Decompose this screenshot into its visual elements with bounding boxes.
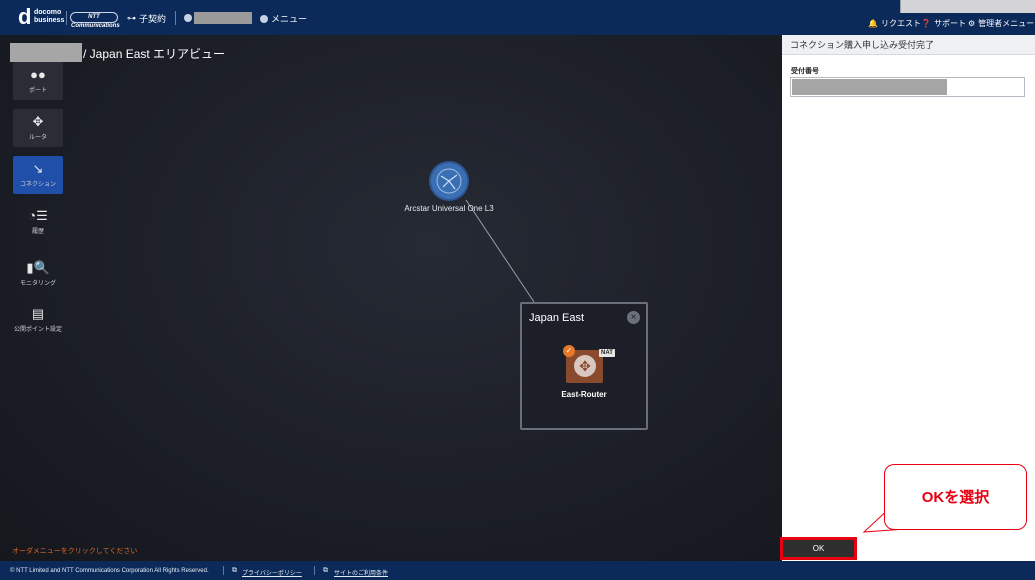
cloud-node-label: Arcstar Universal One L3: [404, 204, 494, 213]
request-label: リクエスト: [880, 19, 921, 28]
footer: © NTT Limited and NTT Communications Cor…: [0, 561, 1035, 580]
gear-icon: ⚙: [968, 19, 976, 28]
order-menu-hint: オーダメニューをクリックしてください: [12, 548, 138, 555]
sidebar-item-monitoring[interactable]: ▮🔍 モニタリング: [13, 255, 63, 293]
history-icon: ◔☰: [28, 208, 48, 223]
menu-icon: [260, 14, 268, 23]
sidebar-item-label: ポート: [28, 88, 47, 94]
reception-number-redacted: [792, 79, 947, 95]
region-box-japan-east[interactable]: Japan East × ✥ ✓ NAT East-Router: [520, 302, 648, 430]
ntt-logo: NTT Communications: [70, 12, 120, 29]
logo-text-line1: docomo: [34, 9, 62, 16]
sidebar-item-router[interactable]: ✥ ルータ: [13, 109, 63, 147]
ok-button[interactable]: OK: [780, 537, 857, 560]
admin-menu-link[interactable]: ⚙ 管理者メニュー: [968, 18, 1034, 29]
panel-title: コネクション購入申し込み受付完了: [782, 35, 1035, 55]
header-divider: [66, 11, 67, 25]
support-label: サポート: [933, 19, 966, 28]
arcstar-cloud-node[interactable]: [431, 163, 467, 199]
account-name-redacted[interactable]: [194, 12, 252, 24]
docomo-logo-letter: d: [18, 4, 32, 29]
logo-text-line2: business: [34, 17, 65, 24]
nat-badge: NAT: [599, 349, 615, 357]
sidebar-item-label: 履歴: [31, 229, 44, 235]
header-divider: [175, 11, 176, 25]
instruction-callout: OKを選択: [884, 464, 1027, 530]
sidebar-item-label: 公開ポイント設定: [13, 327, 62, 333]
footer-divider: [223, 566, 224, 575]
breadcrumb: / Japan East エリアビュー: [83, 47, 226, 61]
check-icon: ✓: [563, 345, 575, 357]
bell-icon: 🔔: [868, 19, 878, 28]
port-icon: ●●: [30, 67, 46, 82]
breadcrumb-redacted[interactable]: [10, 43, 82, 62]
privacy-policy-link[interactable]: プライバシーポリシー: [242, 568, 302, 577]
public-point-icon: ▤: [31, 306, 45, 321]
reception-number-label: 受付番号: [791, 68, 819, 75]
footer-divider: [314, 566, 315, 575]
menu-button[interactable]: メニュー: [260, 12, 307, 25]
globe-icon: [436, 168, 462, 194]
sidebar-item-connection[interactable]: ↘ コネクション: [13, 156, 63, 194]
router-icon: ✥: [32, 114, 44, 129]
top-right-redacted-box: [900, 0, 1035, 13]
sidebar-item-public-point[interactable]: ▤ 公開ポイント設定: [13, 301, 63, 339]
close-icon[interactable]: ×: [627, 311, 640, 324]
copyright-text: © NTT Limited and NTT Communications Cor…: [10, 568, 209, 574]
external-link-icon: ⧉: [232, 567, 237, 574]
callout-text: OKを選択: [921, 489, 990, 506]
contract-tree-icon: ⊶: [127, 13, 136, 23]
reception-number-field[interactable]: [790, 77, 1025, 97]
connection-icon: ↘: [32, 161, 44, 176]
menu-label: メニュー: [271, 14, 308, 24]
docomo-business-logo[interactable]: docomo business: [34, 9, 64, 25]
terms-of-use-link[interactable]: サイトのご利用条件: [334, 568, 388, 577]
admin-menu-label: 管理者メニュー: [978, 19, 1035, 28]
network-canvas[interactable]: [0, 35, 782, 561]
support-link[interactable]: ❓ サポート: [921, 18, 966, 29]
sidebar-item-label: モニタリング: [19, 281, 56, 287]
contract-menu[interactable]: ⊶ 子契約: [127, 12, 166, 25]
top-header: d docomo business NTT Communications ⊶ 子…: [0, 0, 1035, 35]
router-label: East-Router: [561, 390, 607, 399]
sidebar-item-label: ルータ: [28, 135, 47, 141]
help-icon: ❓: [921, 19, 931, 28]
account-icon: [184, 14, 192, 22]
sidebar-item-port[interactable]: ●● ポート: [13, 62, 63, 100]
sidebar-item-label: コネクション: [19, 182, 56, 188]
monitoring-icon: ▮🔍: [26, 260, 50, 275]
external-link-icon: ⧉: [323, 567, 328, 574]
request-link[interactable]: 🔔 リクエスト: [868, 18, 921, 29]
contract-label: 子契約: [139, 14, 167, 24]
sidebar-item-history[interactable]: ◔☰ 履歴: [13, 203, 63, 241]
router-arrows-icon: ✥: [574, 355, 596, 377]
region-title: Japan East: [529, 312, 585, 324]
